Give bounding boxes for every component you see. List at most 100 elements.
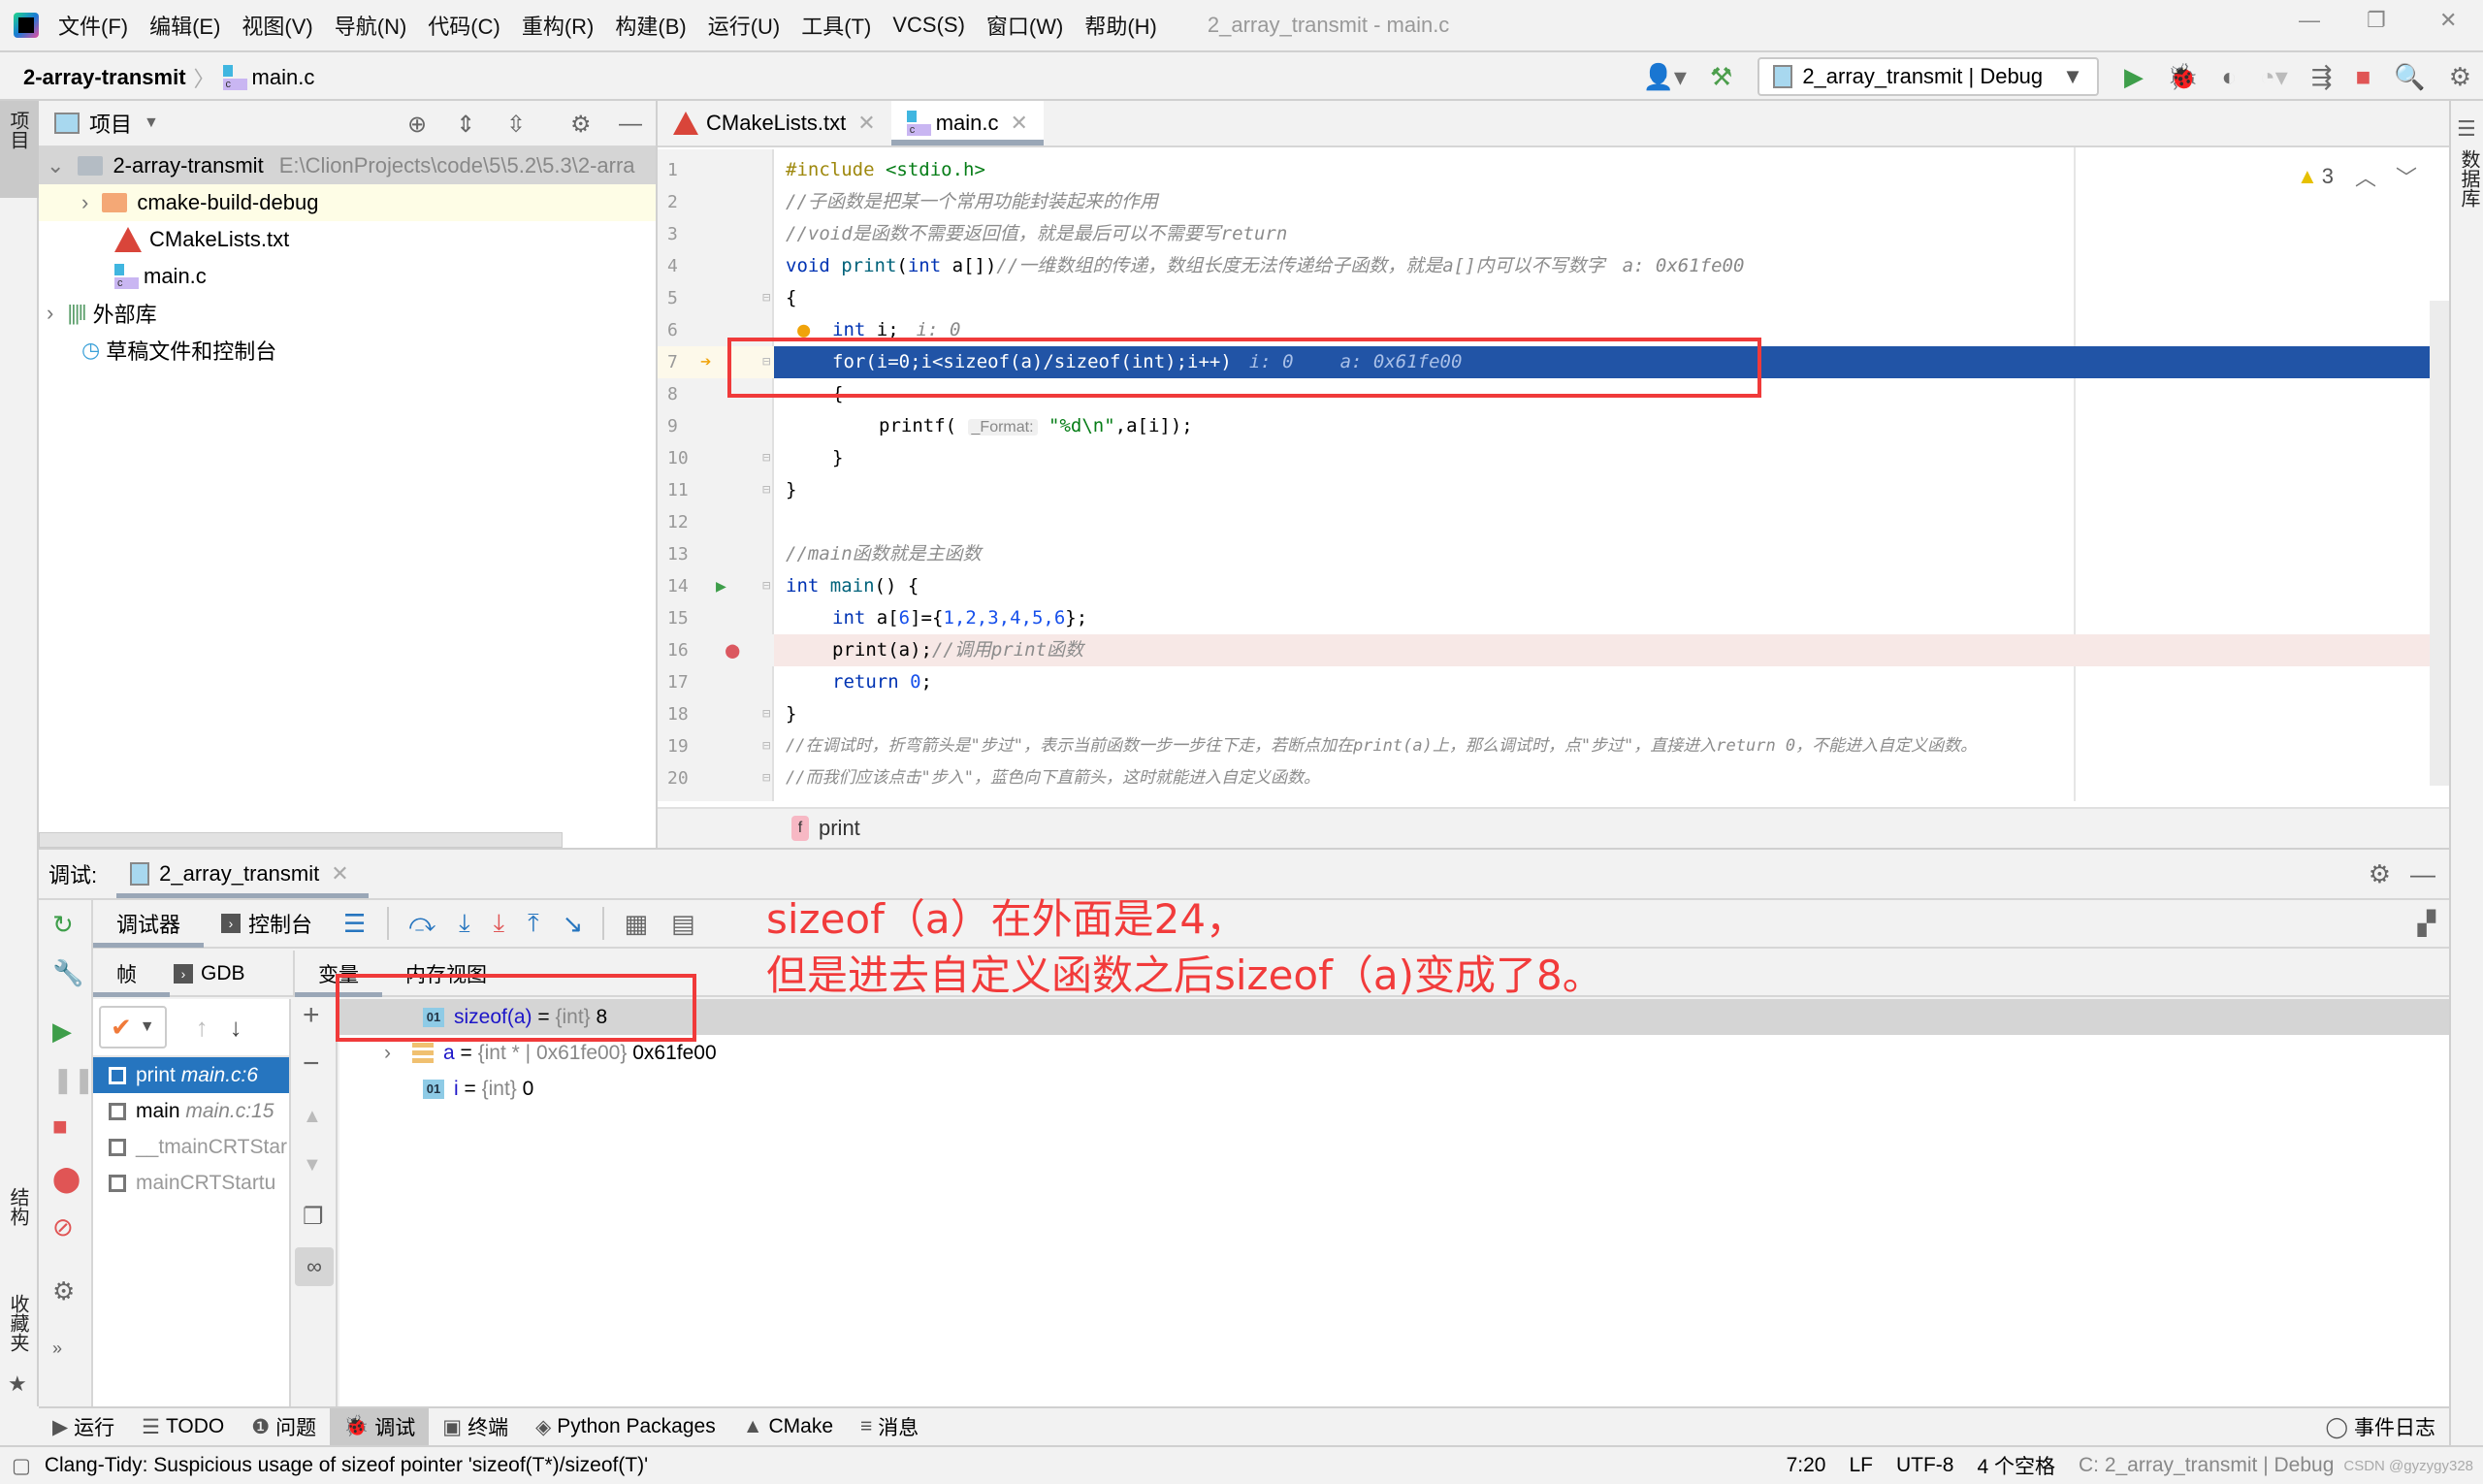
tool-tab-debug[interactable]: 🐞 调试 [330, 1408, 430, 1445]
resume-icon[interactable]: ▶ [52, 1016, 72, 1047]
project-stripe-tab[interactable]: 项目 [0, 101, 39, 198]
code-line[interactable]: 3 //void是函数不需要返回值，就是最后可以不需要写return [658, 218, 2449, 250]
build-hammer-icon[interactable]: ⚒ [1710, 62, 1732, 92]
database-stripe-tab[interactable]: ☰ 数据库 [2451, 111, 2483, 217]
code-line[interactable]: 13 //main函数就是主函数 [658, 538, 2449, 570]
horizontal-scrollbar[interactable] [39, 832, 563, 848]
step-out-icon[interactable]: ⤒ [528, 908, 539, 939]
menu-code[interactable]: 代码(C) [428, 10, 500, 41]
step-over-icon[interactable]: ⤼ [408, 908, 435, 939]
minimize-icon[interactable]: — [2299, 8, 2320, 33]
cursor-position[interactable]: 7:20 [1787, 1454, 1826, 1477]
collapse-all-icon[interactable]: ⇳ [506, 111, 526, 139]
code-line[interactable]: 1 #include <stdio.h> [658, 154, 2449, 186]
tree-item-main-c[interactable]: main.c [39, 258, 656, 295]
locate-file-icon[interactable]: ⊕ [407, 111, 427, 139]
evaluate-expression-icon[interactable]: ▦ [624, 909, 648, 939]
editor-breadcrumb-function[interactable]: print [819, 816, 860, 841]
frame-row[interactable]: main main.c:15 [93, 1093, 289, 1129]
tool-tab-run[interactable]: ▶ 运行 [39, 1408, 128, 1445]
code-line[interactable]: 19 ⊟ //在调试时，折弯箭头是"步过"，表示当前函数一步一步往下走，若断点加在p… [658, 730, 2449, 762]
code-line[interactable]: 15 int a[6]={1,2,3,4,5,6}; [658, 602, 2449, 634]
menu-help[interactable]: 帮助(H) [1084, 10, 1157, 41]
chevron-down-icon[interactable]: ▼ [144, 114, 159, 132]
run-config-select[interactable]: 2_array_transmit | Debug ▼ [1757, 57, 2099, 96]
profile-icon[interactable]: ◔▾ [2260, 62, 2288, 92]
code-line[interactable]: 14 ▶ ⊟ int main() { [658, 570, 2449, 602]
fold-icon[interactable]: ⊟ [762, 474, 770, 506]
chevron-down-icon[interactable]: ⌄ [47, 153, 64, 178]
code-line-breakpoint[interactable]: 16 ● print(a);//调用print函数 [658, 634, 2449, 666]
expand-all-icon[interactable]: ⇕ [456, 111, 475, 139]
resolve-context[interactable]: C: 2_array_transmit | Debug [2079, 1454, 2334, 1477]
chevron-right-icon[interactable]: › [81, 190, 88, 215]
project-panel-title[interactable]: 项目 [89, 108, 132, 139]
hide-panel-icon[interactable]: — [619, 111, 642, 138]
attach-process-icon[interactable]: ⇶ [2311, 62, 2333, 92]
layout-icon[interactable]: ▤ [671, 909, 695, 939]
layout-settings-icon[interactable]: ▞ [2418, 910, 2435, 938]
tool-tab-terminal[interactable]: ▣ 终端 [429, 1408, 522, 1445]
user-icon[interactable]: 👤▾ [1643, 62, 1687, 92]
move-down-icon[interactable]: ▼ [303, 1154, 322, 1177]
move-up-icon[interactable]: ▲ [303, 1106, 322, 1128]
fold-icon[interactable]: ⊟ [762, 442, 770, 474]
menu-window[interactable]: 窗口(W) [986, 10, 1063, 41]
variable-row[interactable]: 01 i = {int} 0 [339, 1071, 2449, 1107]
indent-setting[interactable]: 4 个空格 [1977, 1451, 2055, 1480]
status-toggle-icon[interactable]: ▢ [12, 1454, 31, 1478]
rerun-icon[interactable]: ↻ [52, 910, 74, 940]
fold-icon[interactable]: ⊟ [762, 698, 770, 730]
close-tab-icon[interactable]: ✕ [331, 861, 348, 887]
tool-tab-problems[interactable]: ❶ 问题 [238, 1408, 330, 1445]
close-tab-icon[interactable]: ✕ [857, 111, 875, 136]
code-line[interactable]: 4 void print(int a[])//一维数组的传递，数组长度无法传递给子… [658, 250, 2449, 282]
wrench-icon[interactable]: 🔧 [52, 958, 83, 988]
chevron-right-icon[interactable]: › [384, 1042, 391, 1065]
tree-item-external-libraries[interactable]: › |||‖ 外部库 [39, 295, 656, 332]
code-line[interactable]: 12 [658, 506, 2449, 538]
code-line[interactable]: 2 //子函数是把某一个常用功能封装起来的作用 [658, 186, 2449, 218]
arrow-down-icon[interactable]: ↓ [230, 1013, 242, 1043]
arrow-up-icon[interactable]: ↑ [196, 1013, 209, 1043]
fold-icon[interactable]: ⊟ [762, 282, 770, 314]
thread-select[interactable]: ✔ ▼ [99, 1006, 167, 1048]
tool-tab-todo[interactable]: ☰ TODO [128, 1408, 238, 1445]
tab-main-c[interactable]: main.c ✕ [890, 101, 1045, 145]
tree-item-scratches[interactable]: ◷ 草稿文件和控制台 [39, 332, 656, 369]
tree-item-cmake-build-debug[interactable]: › cmake-build-debug [39, 184, 656, 221]
fold-icon[interactable]: ⊟ [762, 762, 770, 794]
copy-icon[interactable]: ❐ [303, 1203, 324, 1231]
show-execution-point-icon[interactable]: ☰ [343, 909, 366, 939]
line-separator[interactable]: LF [1849, 1454, 1873, 1477]
step-into-icon[interactable]: ⤓ [459, 908, 470, 939]
tool-tab-python-packages[interactable]: ◈ Python Packages [522, 1408, 729, 1445]
pause-icon[interactable]: ❚❚ [52, 1065, 95, 1095]
tree-item-cmakelists[interactable]: CMakeLists.txt [39, 221, 656, 258]
run-to-cursor-icon[interactable]: ↘ [563, 909, 584, 939]
debug-session-tab[interactable]: 2_array_transmit ✕ [116, 850, 369, 898]
mute-breakpoints-icon[interactable]: ⊘ [52, 1212, 74, 1242]
tab-cmakelists[interactable]: CMakeLists.txt ✕ [658, 101, 891, 145]
code-line[interactable]: 20 ⊟ //而我们应该点击"步入"，蓝色向下直箭头，这时就能进入自定义函数。 [658, 762, 2449, 794]
stop-icon[interactable]: ■ [2356, 62, 2371, 92]
frame-row[interactable]: __tmainCRTStar [93, 1129, 289, 1165]
menu-refactor[interactable]: 重构(R) [522, 10, 595, 41]
maximize-icon[interactable]: ❐ [2367, 8, 2386, 33]
coverage-icon[interactable]: ◐ [2221, 62, 2237, 92]
vertical-scrollbar[interactable] [2430, 301, 2449, 786]
add-watch-icon[interactable]: + [303, 999, 320, 1032]
gear-icon[interactable]: ⚙ [2369, 859, 2391, 889]
breadcrumb-project[interactable]: 2-array-transmit [23, 65, 186, 90]
chevron-right-icon[interactable]: › [47, 301, 53, 326]
hide-panel-icon[interactable]: — [2410, 859, 2435, 889]
fold-icon[interactable]: ⊟ [762, 730, 770, 762]
file-encoding[interactable]: UTF-8 [1896, 1454, 1954, 1477]
menu-navigate[interactable]: 导航(N) [335, 10, 407, 41]
code-line[interactable]: 5 ⊟ { [658, 282, 2449, 314]
remove-watch-icon[interactable]: − [303, 1048, 320, 1081]
stop-icon[interactable]: ■ [52, 1112, 68, 1142]
tool-tab-cmake[interactable]: ▲ CMake [729, 1408, 847, 1445]
favorites-stripe-tab[interactable]: 收藏夹 ★ [0, 1294, 39, 1401]
code-line[interactable]: 18 ⊟} [658, 698, 2449, 730]
